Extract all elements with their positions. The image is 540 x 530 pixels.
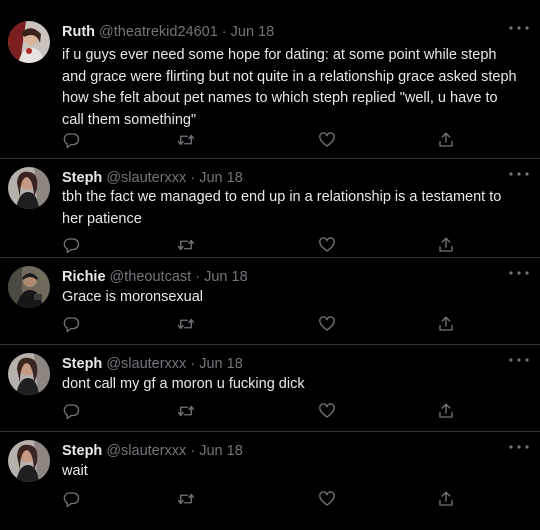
reply-button[interactable] [62, 131, 82, 151]
reply-icon [63, 404, 80, 420]
retweet-icon [177, 405, 195, 417]
user-handle[interactable]: @theatrekid24601 [99, 24, 218, 40]
separator: · [221, 24, 227, 40]
retweet-icon [177, 239, 195, 251]
retweet-icon [177, 493, 195, 505]
retweet-button[interactable] [177, 402, 197, 422]
share-button[interactable] [437, 236, 457, 256]
tweet-date[interactable]: Jun 18 [199, 443, 243, 459]
like-icon [319, 316, 335, 331]
tweet-actions [62, 402, 462, 422]
reply-button[interactable] [62, 402, 82, 422]
tweet[interactable]: Richie @theoutcast · Jun 18 Grace is mor… [0, 258, 540, 345]
tweet-thread: Ruth @theatrekid24601 · Jun 18 if u guys… [0, 0, 540, 530]
tweet-header: Ruth @theatrekid24601 · Jun 18 [62, 21, 274, 43]
more-options-button[interactable] [508, 270, 530, 284]
tweet[interactable]: Ruth @theatrekid24601 · Jun 18 if u guys… [0, 0, 540, 159]
more-icon [509, 26, 529, 30]
like-button[interactable] [318, 131, 338, 151]
tweet-date[interactable]: Jun 18 [231, 24, 275, 40]
retweet-button[interactable] [177, 131, 197, 151]
more-icon [509, 271, 529, 275]
more-options-button[interactable] [508, 444, 530, 458]
avatar[interactable] [8, 353, 50, 395]
like-button[interactable] [318, 490, 338, 510]
avatar[interactable] [8, 440, 50, 482]
avatar[interactable] [8, 167, 50, 209]
like-icon [319, 491, 335, 506]
tweet[interactable]: Steph @slauterxxx · Jun 18 dont call my … [0, 345, 540, 432]
tweet-header: Richie @theoutcast · Jun 18 [62, 266, 248, 288]
display-name[interactable]: Richie [62, 269, 106, 285]
separator: · [190, 170, 196, 186]
avatar[interactable] [8, 21, 50, 63]
reply-icon [63, 238, 80, 254]
tweet-date[interactable]: Jun 18 [199, 356, 243, 372]
tweet-actions [62, 131, 462, 151]
display-name[interactable]: Ruth [62, 24, 95, 40]
retweet-button[interactable] [177, 236, 197, 256]
share-button[interactable] [437, 131, 457, 151]
like-icon [319, 132, 335, 147]
user-handle[interactable]: @slauterxxx [106, 170, 186, 186]
tweet-actions [62, 490, 462, 510]
tweet-date[interactable]: Jun 18 [199, 170, 243, 186]
tweet-text: tbh the fact we managed to end up in a r… [62, 189, 502, 227]
tweet-actions [62, 315, 462, 335]
like-button[interactable] [318, 402, 338, 422]
like-icon [319, 403, 335, 418]
like-button[interactable] [318, 315, 338, 335]
reply-button[interactable] [62, 490, 82, 510]
tweet-text: wait [62, 463, 88, 479]
share-button[interactable] [437, 402, 457, 422]
more-options-button[interactable] [508, 25, 530, 39]
tweet-header: Steph @slauterxxx · Jun 18 [62, 440, 243, 462]
share-icon [439, 237, 453, 252]
tweet-header: Steph @slauterxxx · Jun 18 [62, 167, 243, 189]
share-icon [439, 491, 453, 506]
tweet-actions [62, 236, 462, 256]
share-icon [439, 403, 453, 418]
separator: · [195, 269, 201, 285]
user-handle[interactable]: @slauterxxx [106, 356, 186, 372]
reply-icon [63, 133, 80, 149]
retweet-icon [177, 318, 195, 330]
reply-button[interactable] [62, 236, 82, 256]
display-name[interactable]: Steph [62, 170, 102, 186]
tweet-text: Grace is moronsexual [62, 289, 204, 305]
avatar[interactable] [8, 266, 50, 308]
more-icon [509, 445, 529, 449]
tweet-text: if u guys ever need some hope for dating… [62, 47, 517, 128]
user-handle[interactable]: @theoutcast [110, 269, 192, 285]
tweet-date[interactable]: Jun 18 [204, 269, 248, 285]
reply-icon [63, 317, 80, 333]
like-icon [319, 237, 335, 252]
retweet-icon [177, 134, 195, 146]
share-icon [439, 316, 453, 331]
user-handle[interactable]: @slauterxxx [106, 443, 186, 459]
more-icon [509, 172, 529, 176]
separator: · [190, 356, 196, 372]
retweet-button[interactable] [177, 315, 197, 335]
reply-button[interactable] [62, 315, 82, 335]
more-options-button[interactable] [508, 171, 530, 185]
display-name[interactable]: Steph [62, 443, 102, 459]
share-button[interactable] [437, 315, 457, 335]
like-button[interactable] [318, 236, 338, 256]
more-icon [509, 358, 529, 362]
reply-icon [63, 492, 80, 508]
separator: · [190, 443, 196, 459]
tweet-text: dont call my gf a moron u fucking dick [62, 376, 305, 392]
display-name[interactable]: Steph [62, 356, 102, 372]
share-button[interactable] [437, 490, 457, 510]
retweet-button[interactable] [177, 490, 197, 510]
tweet[interactable]: Steph @slauterxxx · Jun 18 tbh the fact … [0, 159, 540, 258]
tweet[interactable]: Steph @slauterxxx · Jun 18 wait [0, 432, 540, 530]
more-options-button[interactable] [508, 357, 530, 371]
share-icon [439, 132, 453, 147]
tweet-header: Steph @slauterxxx · Jun 18 [62, 353, 243, 375]
